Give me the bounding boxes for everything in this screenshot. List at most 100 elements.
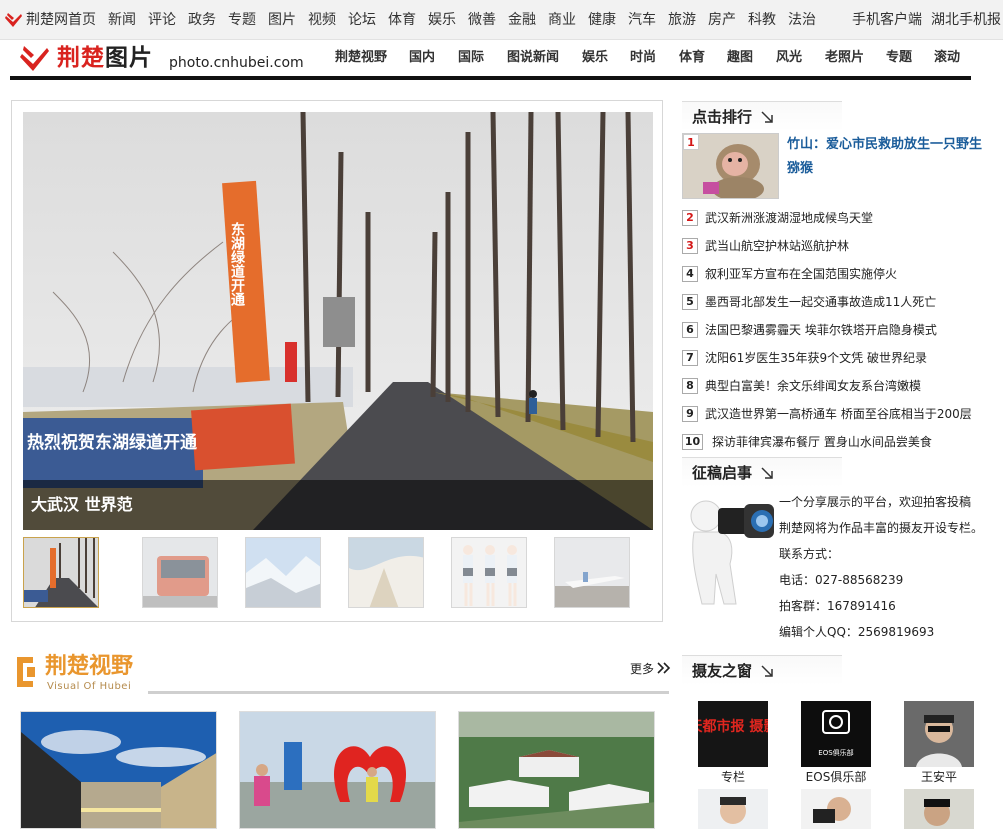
ranking-title: 点击排行 [692,108,753,126]
top-link-comment[interactable]: 评论 [148,11,176,29]
slide-thumbnail[interactable] [451,537,527,608]
cnhubei-logo-icon[interactable] [5,11,23,29]
top-link-video[interactable]: 视频 [308,11,336,29]
vision-logo-icon [17,657,35,687]
friend-avatar[interactable] [904,789,974,829]
ranking-item[interactable]: 武当山航空护林站巡航护林 [705,238,849,254]
top-link-house[interactable]: 房产 [708,11,736,29]
top-link-business[interactable]: 商业 [548,11,576,29]
friend-avatar[interactable] [698,789,768,829]
brand-domain: photo.cnhubei.com [169,55,304,71]
contribution-text: 一个分享展示的平台，欢迎拍客投稿 [779,495,972,509]
ranking-item[interactable]: 法国巴黎遇雾霾天 埃菲尔铁塔开启隐身模式 [705,322,937,338]
top-link-forum[interactable]: 论坛 [348,11,376,29]
vision-section-subtitle: Visual Of Hubei [47,681,132,692]
top-link-gov[interactable]: 政务 [188,11,216,29]
nav-item-rolling[interactable]: 滚动 [934,50,960,66]
top-link-health[interactable]: 健康 [588,11,616,29]
brand-logo-icon [20,46,49,71]
ranking-item[interactable]: 叙利亚军方宣布在全国范围实施停火 [705,266,897,282]
friend-avatar[interactable] [801,789,871,829]
slide-banner-text: 热烈祝贺东湖绿道开通 [27,432,197,453]
top-link-finance[interactable]: 金融 [508,11,536,29]
top-link-topic[interactable]: 专题 [228,11,256,29]
contact-group: 拍客群：167891416 [779,599,896,613]
nav-item-sports[interactable]: 体育 [679,50,705,66]
slide-flag-text: 东湖绿道开通 [229,221,245,307]
vision-photo-card[interactable] [20,711,217,829]
slide-thumbnail[interactable] [245,537,321,608]
ranking-item[interactable]: 沈阳61岁医生35年获9个文凭 破世界纪录 [705,350,927,366]
nav-item-international[interactable]: 国际 [458,50,484,66]
rank-number: 3 [682,238,698,254]
ranking-item[interactable]: 武汉新洲涨渡湖湿地成候鸟天堂 [705,210,873,226]
ranking-top-headline[interactable]: 竹山：爱心市民救助放生一只野生猕猴 [787,133,992,181]
photo-slideshow: 热烈祝贺东湖绿道开通 东湖绿道开通 大武汉 世界范 [11,100,663,622]
nav-item-ent[interactable]: 娱乐 [582,50,608,66]
contribution-text: 联系方式： [779,547,840,561]
rank-number: 6 [682,322,698,338]
slide-thumbnail[interactable] [142,537,218,608]
double-chevron-right-icon[interactable] [657,662,671,674]
nav-item-old-photos[interactable]: 老照片 [825,50,864,66]
vision-photo-card[interactable] [458,711,655,829]
vision-section-title[interactable]: 荆楚视野 [45,654,133,680]
friend-avatar[interactable]: 楚天都市报 摄影部 [698,701,768,767]
vision-more-link[interactable]: 更多 [630,661,654,677]
slide-thumbnail[interactable] [23,537,99,608]
top-link-charity[interactable]: 微善 [468,11,496,29]
ranking-top-image[interactable]: 1 [682,133,779,199]
rank-number: 1 [683,134,699,150]
top-link-mobile-paper[interactable]: 湖北手机报 [931,11,1001,29]
slide-thumbnail[interactable] [554,537,630,608]
nav-item-topic[interactable]: 专题 [886,50,912,66]
rank-number: 10 [682,434,703,450]
ranking-item[interactable]: 武汉造世界第一高桥通车 桥面至谷底相当于200层 [705,406,972,422]
rank-number: 2 [682,210,698,226]
nav-item-vision[interactable]: 荆楚视野 [335,50,387,66]
nav-item-scenery[interactable]: 风光 [776,50,802,66]
top-link-law[interactable]: 法治 [788,11,816,29]
top-link-sports[interactable]: 体育 [388,11,416,29]
brand-name: 荆楚图片 [57,45,153,71]
friend-avatar[interactable]: EOS俱乐部 [801,701,871,767]
nav-item-fashion[interactable]: 时尚 [630,50,656,66]
nav-item-fun[interactable]: 趣图 [727,50,753,66]
friend-label[interactable]: 王安平 [899,770,979,784]
contact-qq: 编辑个人QQ：2569819693 [779,625,935,639]
site-top-bar: 荆楚网首页 新闻 评论 政务 专题 图片 视频 论坛 体育 娱乐 微善 金融 商… [0,0,1003,40]
slide-thumbnail[interactable] [348,537,424,608]
top-link-auto[interactable]: 汽车 [628,11,656,29]
corner-arrow-icon [761,111,773,123]
photographer-figure-icon [690,500,774,605]
contribution-title: 征稿启事 [692,464,753,482]
rank-number: 4 [682,266,698,282]
slide-caption[interactable]: 大武汉 世界范 [31,496,133,514]
nav-item-domestic[interactable]: 国内 [409,50,435,66]
vision-divider [148,691,669,694]
corner-arrow-icon [761,467,773,479]
top-link-mobile-client[interactable]: 手机客户端 [852,11,922,29]
friends-title: 摄友之窗 [692,662,753,680]
top-link-photo[interactable]: 图片 [268,11,296,29]
top-link-home[interactable]: 荆楚网首页 [26,11,96,29]
vision-photo-card[interactable] [239,711,436,829]
friend-label[interactable]: EOS俱乐部 [796,770,876,784]
top-link-travel[interactable]: 旅游 [668,11,696,29]
top-link-edu[interactable]: 科教 [748,11,776,29]
slide-main-image[interactable]: 热烈祝贺东湖绿道开通 东湖绿道开通 大武汉 世界范 [23,112,653,530]
friend-label[interactable]: 专栏 [693,770,773,784]
top-link-ent[interactable]: 娱乐 [428,11,456,29]
corner-arrow-icon [761,665,773,677]
rank-number: 7 [682,350,698,366]
ranking-item[interactable]: 探访菲律宾瀑布餐厅 置身山水间品尝美食 [712,434,932,450]
ranking-item[interactable]: 典型白富美！余文乐绯闻女友系台湾嫩模 [705,378,921,394]
top-link-news[interactable]: 新闻 [108,11,136,29]
friend-avatar[interactable] [904,701,974,767]
ranking-item[interactable]: 墨西哥北部发生一起交通事故造成11人死亡 [705,294,936,310]
nav-item-photo-news[interactable]: 图说新闻 [507,50,559,66]
rank-number: 5 [682,294,698,310]
svg-text:EOS俱乐部: EOS俱乐部 [818,748,853,757]
contribution-text: 荆楚网将为作品丰富的摄友开设专栏。 [779,521,984,535]
friends-header: 摄友之窗 [682,655,842,685]
